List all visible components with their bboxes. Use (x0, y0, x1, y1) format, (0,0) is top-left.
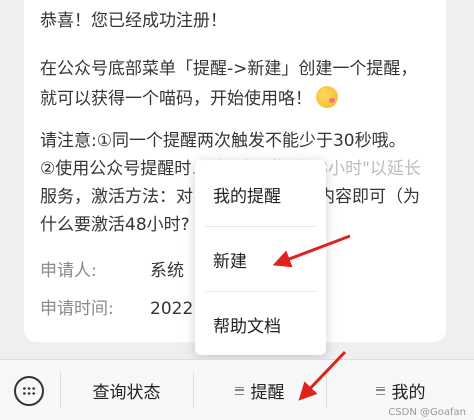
annotation-arrows (272, 234, 351, 401)
arrow-to-reminder (298, 350, 347, 401)
arrow-to-new (272, 234, 351, 268)
